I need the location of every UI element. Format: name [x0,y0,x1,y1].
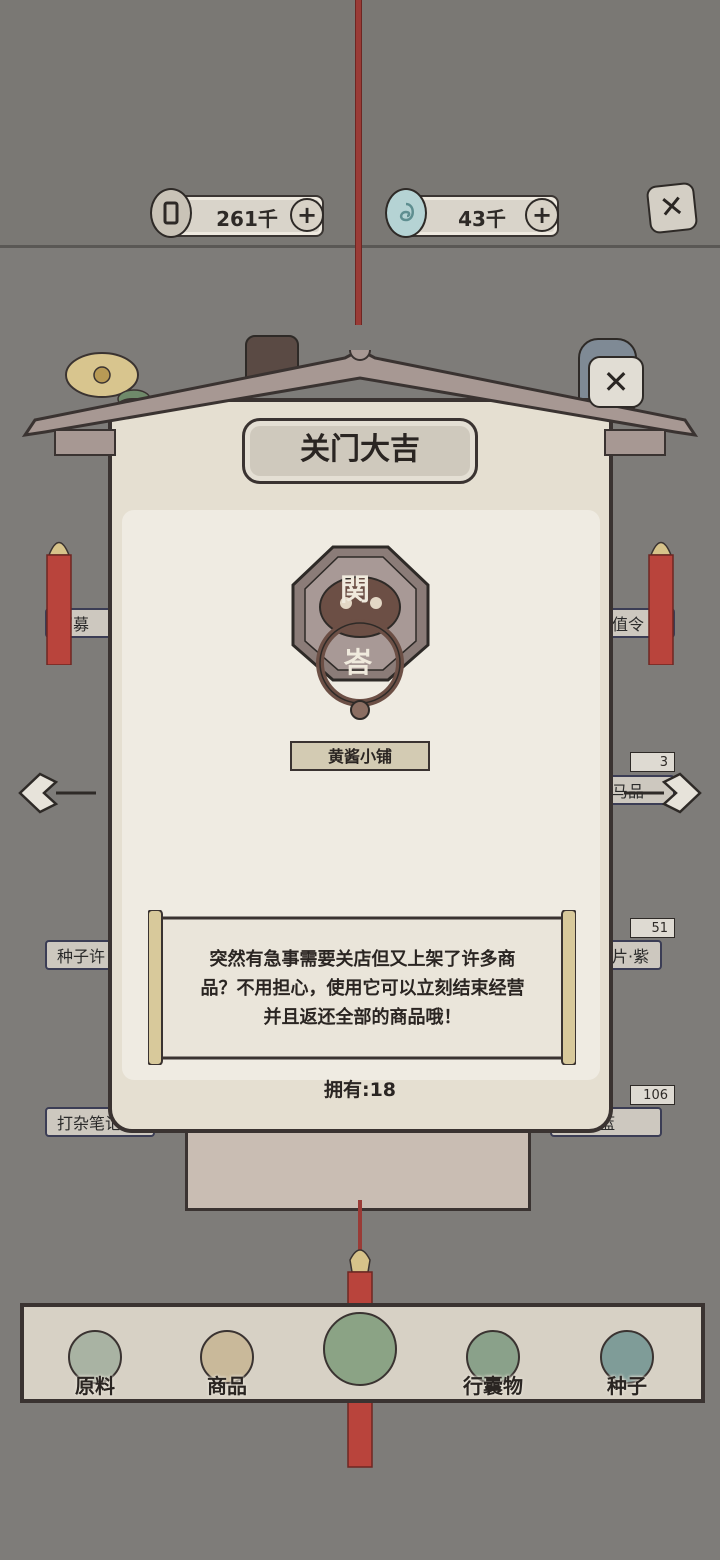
nav-tab-seeds[interactable]: 种子 [587,1330,667,1399]
nav-tab-raw-materials[interactable]: 原料 [55,1330,135,1399]
nav-tab-goods[interactable]: 商品 [187,1330,267,1399]
item-count-badge: 3 [630,752,675,772]
next-arrow-button[interactable] [622,770,702,816]
door-knocker-icon: 関 峇 [288,545,433,725]
coin-icon [150,188,192,238]
left-tassel-icon [44,530,74,666]
emblem-char-top: 関 [340,573,370,608]
nav-label: 行囊物 [463,1374,523,1398]
right-tassel-icon [646,530,676,666]
add-jade-button[interactable]: + [525,198,559,232]
nav-label: 商品 [207,1374,247,1398]
close-screen-button[interactable]: ✕ [645,181,699,235]
nav-tab-tea[interactable] [320,1312,400,1386]
nav-label: 种子 [607,1374,647,1398]
description-line: 并且返还全部的商品哦！ [263,1007,462,1028]
nav-tab-travel-items[interactable]: 行囊物 [453,1330,533,1399]
hanging-cord [355,0,362,325]
add-coin-button[interactable]: + [290,198,324,232]
item-count-badge: 51 [630,918,675,938]
jade-icon [385,188,427,238]
description-line: 品？不用担心，使用它可以立刻结束经营 [200,978,525,999]
prev-arrow-button[interactable] [18,770,98,816]
panel-title: 关门大吉 [242,418,478,484]
panel-base [185,1125,531,1211]
nav-label: 原料 [75,1374,115,1398]
close-panel-button[interactable]: ✕ [588,356,644,408]
tea-icon [323,1312,397,1386]
emblem-char-bottom: 峇 [344,646,373,679]
description-line: 突然有急事需要关店但又上架了许多商 [209,949,516,970]
item-description: 突然有急事需要关店但又上架了许多商 品？不用担心，使用它可以立刻结束经营 并且返… [175,945,550,1032]
shop-name-label: 黄酱小铺 [290,741,430,771]
item-count-badge: 106 [630,1085,675,1105]
owned-count: 拥有:18 [323,1079,397,1101]
